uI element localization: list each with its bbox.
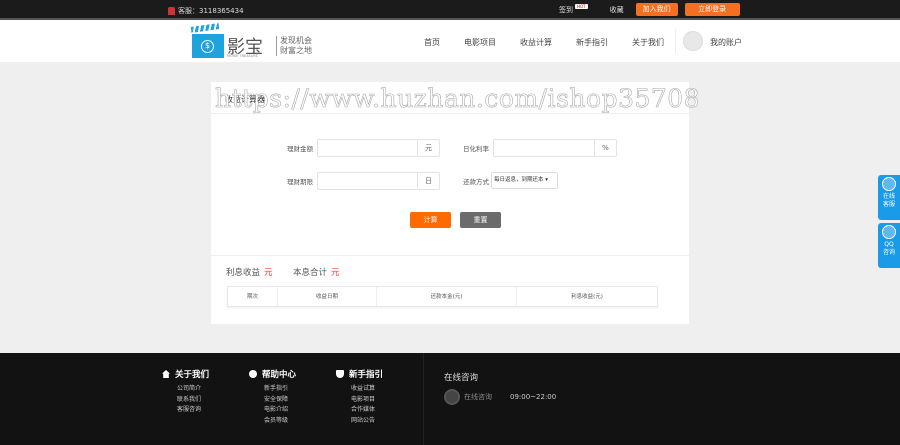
home-icon	[162, 370, 170, 378]
footer-about: 关于我们 公司简介 联系我们 客服咨询	[162, 368, 209, 416]
footer-guide: 新手指引 收益试算 电影项目 合作媒体 网站公告	[336, 368, 383, 426]
shield-icon	[336, 370, 344, 378]
side-online-service[interactable]: 在线客服	[878, 175, 900, 220]
schedule-table-header: 期次 收益日期 还款本金(元) 利息收益(元)	[227, 286, 658, 307]
nav-guide[interactable]: 新手指引	[576, 37, 608, 48]
footer: 关于我们 公司简介 联系我们 客服咨询 帮助中心 新手指引 安全保障 电影介绍 会员等级 …	[0, 353, 900, 445]
repayment-method-select[interactable]: 每日返息，到期还本 ▾	[491, 172, 558, 189]
online-consult[interactable]: 在线咨询 09:00~22:00	[444, 389, 556, 405]
top-bar: 客服：3118365434 签到 HOT 收藏 加入我们 立即登录	[0, 0, 900, 20]
service-icon	[168, 7, 175, 15]
amount-input[interactable]: 元	[317, 139, 440, 157]
favorite-link[interactable]: 收藏	[610, 5, 624, 15]
term-input[interactable]: 日	[317, 172, 440, 190]
service-icon	[882, 177, 896, 191]
reset-button[interactable]: 重置	[460, 212, 501, 228]
question-icon	[249, 370, 257, 378]
qq-icon	[882, 225, 896, 239]
checkin-link[interactable]: 签到	[559, 5, 573, 15]
chat-icon	[444, 389, 460, 405]
rate-input[interactable]: %	[493, 139, 617, 157]
total-result: 本息合计元	[293, 268, 340, 278]
nav-about[interactable]: 关于我们	[632, 37, 664, 48]
login-button[interactable]: 立即登录	[684, 3, 740, 16]
calculate-button[interactable]: 计算	[410, 212, 451, 228]
side-qq[interactable]: QQ咨询	[878, 223, 900, 268]
footer-help: 帮助中心 新手指引 安全保障 电影介绍 会员等级	[249, 368, 296, 426]
avatar[interactable]	[683, 31, 703, 51]
nav-calculator[interactable]: 收益计算	[520, 37, 552, 48]
nav-movies[interactable]: 电影项目	[464, 37, 496, 48]
header: $ 影宝 MOVIE TREASURE 发现机会 财富之地 首页 电影项目 收益计…	[0, 20, 900, 62]
logo[interactable]: $ 影宝 MOVIE TREASURE 发现机会 财富之地	[192, 24, 312, 60]
join-button[interactable]: 加入我们	[635, 3, 678, 16]
online-title: 在线咨询	[444, 373, 479, 383]
customer-service: 客服：3118365434	[168, 6, 244, 16]
interest-result: 利息收益元	[226, 268, 273, 278]
watermark: https://www.huzhan.com/ishop35708	[215, 84, 701, 114]
my-account-link[interactable]: 我的账户	[710, 37, 742, 48]
nav-home[interactable]: 首页	[424, 37, 440, 48]
logo-clapper-icon: $	[192, 34, 224, 58]
hot-badge: HOT	[575, 4, 588, 9]
